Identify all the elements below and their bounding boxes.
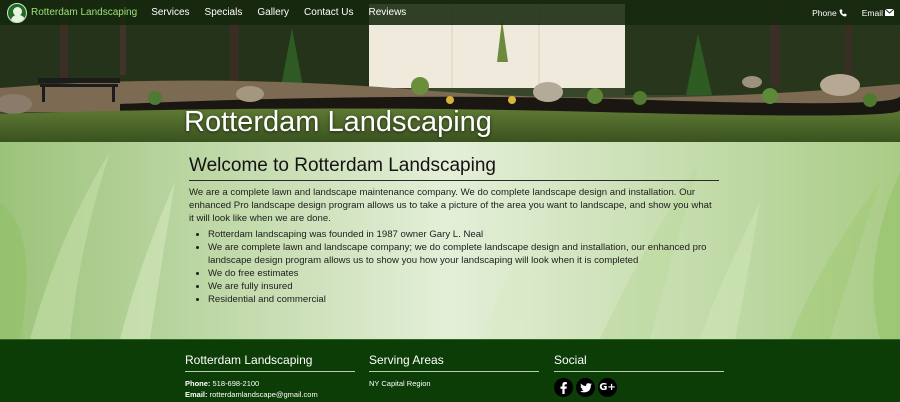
nav-item-specials[interactable]: Specials bbox=[205, 7, 243, 18]
hero-title: Rotterdam Landscaping bbox=[184, 106, 492, 138]
email-link[interactable]: Email bbox=[862, 8, 894, 18]
intro-paragraph: We are a complete lawn and landscape mai… bbox=[189, 187, 712, 224]
company-logo-icon bbox=[7, 2, 27, 23]
social-links: G+ bbox=[554, 378, 724, 397]
top-navbar: Rotterdam Landscaping Services Specials … bbox=[0, 0, 900, 25]
main-menu: Services Specials Gallery Contact Us Rev… bbox=[151, 7, 421, 18]
brand-name: Rotterdam Landscaping bbox=[31, 7, 138, 18]
nav-contact-links: Phone Email bbox=[797, 8, 894, 18]
footer-phone: Phone: 518-698-2100 bbox=[185, 378, 355, 389]
footer-email: Email: rotterdamlandscape@gmail.com bbox=[185, 389, 355, 400]
footer-company-title: Rotterdam Landscaping bbox=[185, 353, 355, 372]
phone-icon bbox=[839, 9, 847, 16]
list-item: We are complete lawn and landscape compa… bbox=[208, 241, 719, 267]
feature-list: Rotterdam landscaping was founded in 198… bbox=[208, 228, 719, 306]
nav-item-reviews[interactable]: Reviews bbox=[369, 7, 407, 18]
nav-item-gallery[interactable]: Gallery bbox=[257, 7, 289, 18]
list-item: We are fully insured bbox=[208, 280, 719, 293]
envelope-icon bbox=[885, 9, 894, 16]
phone-link-label: Phone bbox=[812, 7, 837, 18]
footer-email-value[interactable]: rotterdamlandscape@gmail.com bbox=[210, 390, 318, 399]
list-item: Residential and commercial bbox=[208, 293, 719, 306]
phone-link[interactable]: Phone bbox=[812, 8, 847, 18]
google-plus-icon[interactable]: G+ bbox=[598, 378, 617, 397]
footer-serving-areas-title: Serving Areas bbox=[369, 353, 539, 372]
nav-item-services[interactable]: Services bbox=[151, 7, 189, 18]
footer-serving-areas-column: Serving Areas NY Capital Region bbox=[369, 353, 539, 389]
footer-email-label: Email: bbox=[185, 390, 208, 399]
footer-phone-label: Phone: bbox=[185, 379, 211, 388]
email-link-label: Email bbox=[861, 7, 883, 18]
brand-link[interactable]: Rotterdam Landscaping bbox=[7, 2, 138, 23]
footer: Rotterdam Landscaping Phone: 518-698-210… bbox=[0, 339, 900, 402]
footer-social-column: Social G+ bbox=[554, 353, 724, 397]
twitter-icon[interactable] bbox=[576, 378, 595, 397]
list-item: Rotterdam landscaping was founded in 198… bbox=[208, 228, 719, 241]
list-item: We do free estimates bbox=[208, 267, 719, 280]
facebook-icon[interactable] bbox=[554, 378, 573, 397]
main-content: Welcome to Rotterdam Landscaping We are … bbox=[189, 155, 719, 306]
footer-company-column: Rotterdam Landscaping Phone: 518-698-210… bbox=[185, 353, 355, 400]
nav-item-contact-us[interactable]: Contact Us bbox=[304, 7, 353, 18]
page-title: Welcome to Rotterdam Landscaping bbox=[189, 155, 719, 181]
footer-phone-value[interactable]: 518-698-2100 bbox=[213, 379, 260, 388]
footer-serving-area: NY Capital Region bbox=[369, 379, 431, 388]
footer-social-title: Social bbox=[554, 353, 724, 372]
